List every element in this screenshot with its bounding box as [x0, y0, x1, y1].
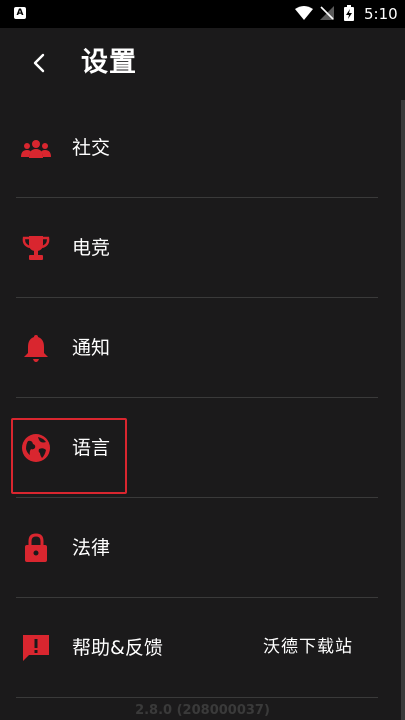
menu-item-legal[interactable]: 法律	[0, 498, 400, 598]
watermark: 沃德下载站	[263, 637, 353, 657]
menu-item-esports[interactable]: 电竞	[0, 198, 400, 298]
menu-item-label: 通知	[72, 337, 111, 359]
menu-item-label: 帮助&反馈	[72, 637, 163, 659]
version-label: 2.8.0 (208000037)	[135, 703, 270, 718]
trophy-icon	[20, 234, 52, 262]
wifi-icon	[295, 6, 313, 20]
menu-item-notifications[interactable]: 通知	[0, 298, 400, 398]
app-notification-icon: A	[14, 7, 26, 19]
scrollbar[interactable]	[401, 100, 405, 720]
app-notification-letter: A	[16, 8, 24, 18]
menu-item-label: 法律	[72, 537, 111, 559]
globe-icon	[20, 434, 52, 462]
bell-icon	[20, 334, 52, 362]
menu-item-language[interactable]: 语言	[0, 398, 400, 498]
lock-icon	[20, 533, 52, 562]
divider	[16, 697, 378, 698]
menu-item-social[interactable]: 社交	[0, 98, 400, 198]
page-title: 设置	[81, 47, 137, 78]
menu-item-label: 社交	[72, 137, 111, 159]
settings-menu: 社交 电竞 通知 语言 法律 帮助&反馈	[0, 98, 405, 698]
feedback-icon	[20, 634, 52, 662]
header: 设置	[0, 28, 405, 100]
menu-item-label: 语言	[72, 437, 111, 459]
no-signal-icon	[320, 6, 334, 20]
people-group-icon	[20, 134, 52, 162]
chevron-left-icon	[33, 53, 45, 73]
settings-screen: A 5:10 设置 社交 电竞 通知 语言 法律 帮助&反馈 沃德下载站 2.8…	[0, 0, 405, 720]
status-bar: A 5:10	[0, 0, 405, 28]
battery-charging-icon	[344, 5, 354, 21]
back-button[interactable]	[24, 48, 54, 78]
status-time: 5:10	[364, 5, 398, 23]
menu-item-label: 电竞	[72, 237, 111, 259]
